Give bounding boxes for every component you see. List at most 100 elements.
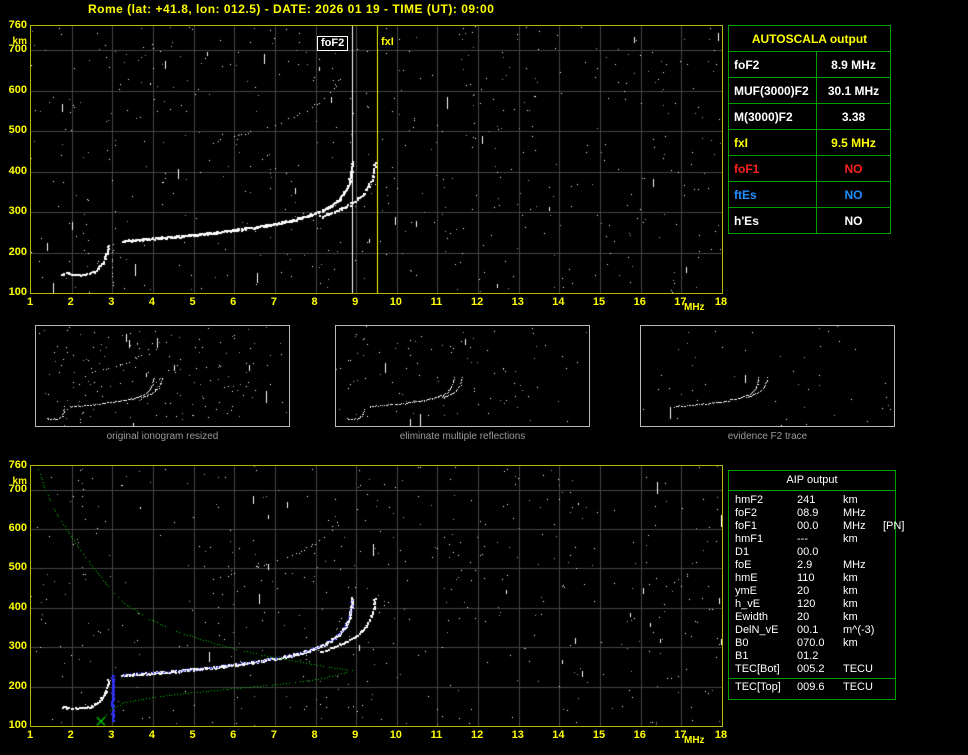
aip-unit: TECU [843, 681, 873, 693]
aip-note [883, 572, 895, 585]
aip-param-label: DelN_vE [735, 624, 779, 636]
autoscala-param-label: ftEs [728, 181, 817, 208]
autoscala-value: NO [816, 207, 891, 234]
y-tick-label: 500 [8, 561, 27, 574]
y-tick-label: 300 [8, 205, 27, 218]
autoscala-value: 3.38 [816, 103, 891, 130]
aip-param-label: h_vE [735, 598, 761, 610]
aip-param-label: B0 [735, 637, 749, 649]
bottom-ionogram-canvas [31, 466, 722, 726]
x-tick-label: 5 [189, 296, 196, 308]
aip-table-header: AIP output [729, 471, 895, 491]
x-tick-label: 16 [633, 729, 646, 741]
aip-unit: km [843, 572, 858, 584]
x-tick-label: 10 [389, 296, 402, 308]
autoscala-param-label: foF2 [728, 51, 817, 78]
autoscala-param-label: h'Es [728, 207, 817, 234]
autoscala-value: NO [816, 181, 891, 208]
aip-unit [843, 650, 883, 663]
x-tick-label: 15 [592, 729, 606, 741]
aip-value: --- [797, 533, 808, 545]
x-axis-unit-label: MHz [684, 735, 705, 746]
autoscala-row: fxI 9.5 MHz [728, 129, 891, 156]
aip-row: foE 2.9 MHz [729, 559, 895, 572]
thumbnail-caption-original: original ionogram resized [106, 431, 219, 442]
aip-unit: TECU [843, 663, 873, 675]
aip-param-label: hmE [735, 572, 758, 584]
aip-unit: MHz [843, 520, 866, 532]
aip-note [883, 624, 895, 637]
aip-param-label: hmF1 [735, 533, 764, 545]
aip-param-label: TEC[Bot] [735, 663, 780, 675]
aip-table: AIP output hmF2 241 km foF2 08.9 MHz foF1 00.0 M… [728, 470, 904, 700]
aip-note [883, 507, 895, 520]
aip-unit: MHz [843, 507, 866, 519]
aip-param-label: D1 [735, 546, 750, 558]
aip-row: h_vE 120 km [729, 598, 895, 611]
aip-param-label: foF2 [735, 507, 758, 519]
thumbnail-eliminate-canvas [336, 326, 589, 426]
autoscala-value: 8.9 MHz [816, 51, 891, 78]
aip-row: B1 01.2 [729, 650, 895, 663]
autoscala-table: AUTOSCALA output foF2 8.9 MHz MUF(3000)F2 3… [728, 25, 891, 234]
aip-value: 120 [797, 598, 816, 610]
aip-param-label: TEC[Top] [735, 681, 781, 693]
x-tick-label: 7 [270, 729, 277, 741]
aip-note [883, 637, 895, 650]
autoscala-param-label: fxI [728, 129, 817, 156]
y-tick-label: 200 [8, 245, 27, 258]
autoscala-row: M(3000)F2 3.38 [728, 103, 891, 130]
x-tick-label: 13 [511, 296, 524, 308]
aip-unit: km [843, 533, 858, 545]
thumbnail-caption-eliminate: eliminate multiple reflections [399, 431, 526, 442]
aip-value: 01.2 [797, 650, 819, 662]
aip-row: foF2 08.9 MHz [729, 507, 895, 520]
aip-unit: MHz [843, 559, 866, 571]
x-tick-label: 2 [67, 296, 74, 308]
thumbnail-evidence-f2 [640, 325, 895, 427]
aip-note [883, 663, 895, 676]
x-tick-label: 2 [67, 729, 74, 741]
aip-value: 20 [797, 611, 810, 623]
y-tick-label: 760 [8, 459, 27, 471]
aip-row: DelN_vE 00.1 m^(-3) [729, 624, 895, 637]
autoscala-row: MUF(3000)F2 30.1 MHz [728, 77, 891, 104]
autoscala-value: 30.1 MHz [816, 77, 891, 104]
x-tick-label: 15 [592, 296, 606, 308]
x-tick-label: 6 [230, 729, 237, 741]
y-tick-label: 600 [8, 83, 27, 96]
aip-note [883, 533, 895, 546]
x-tick-label: 9 [352, 296, 359, 308]
aip-note [883, 559, 895, 572]
aip-row: Ewidth 20 km [729, 611, 895, 624]
top-ionogram-canvas [31, 26, 722, 293]
y-tick-label: 500 [8, 124, 27, 137]
aip-unit: km [843, 598, 858, 610]
autoscala-table-rows: foF2 8.9 MHz MUF(3000)F2 30.1 MHz M(3000)F2 3… [728, 51, 891, 234]
aip-value: 070.0 [797, 637, 825, 649]
aip-value: 08.9 [797, 507, 819, 519]
aip-value: 00.0 [797, 520, 819, 532]
aip-note [883, 650, 895, 663]
x-tick-label: 12 [470, 729, 484, 741]
aip-value: 241 [797, 494, 816, 506]
autoscala-row: ftEs NO [728, 181, 891, 208]
aip-value: 009.6 [797, 681, 825, 693]
x-tick-label: 11 [430, 296, 443, 308]
aip-value: 110 [797, 572, 815, 584]
page-title: Rome (lat: +41.8, lon: 012.5) - DATE: 20… [88, 2, 495, 16]
fxi-marker-label: fxI [378, 36, 397, 49]
x-tick-label: 10 [389, 729, 402, 741]
aip-value: 00.0 [797, 546, 819, 558]
x-tick-label: 5 [189, 729, 196, 741]
x-tick-label: 18 [714, 729, 728, 741]
autoscala-row: h'Es NO [728, 207, 891, 234]
aip-note [883, 546, 895, 559]
fof2-marker-label: foF2 [317, 36, 349, 51]
thumbnail-eliminate-reflections [335, 325, 590, 427]
aip-param-label: foF1 [735, 520, 758, 532]
y-axis-unit-label: km [12, 36, 27, 47]
thumbnail-caption-evidence: evidence F2 trace [727, 431, 808, 442]
aip-row: hmF1 --- km [729, 533, 895, 546]
aip-table-rows: hmF2 241 km foF2 08.9 MHz foF1 00.0 MHz [PN] hmF1 -… [729, 494, 904, 696]
